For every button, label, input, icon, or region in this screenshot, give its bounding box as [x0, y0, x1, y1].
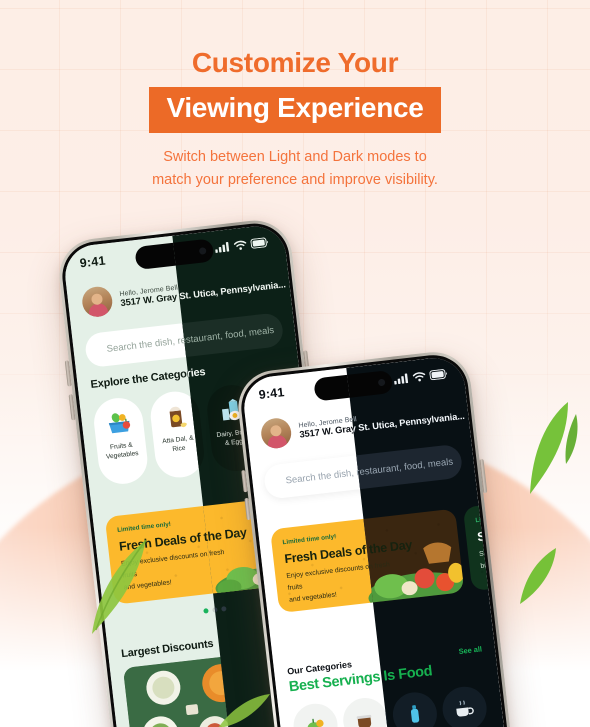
avatar[interactable]: [259, 416, 293, 450]
wifi-icon: [233, 240, 247, 250]
fruits-vegetables-icon: [108, 413, 130, 434]
page-subtitle-line2: match your preference and improve visibi…: [152, 172, 438, 189]
grains-rice-icon: [169, 406, 187, 428]
search-icon: [277, 475, 278, 487]
search-icon: [98, 344, 99, 356]
phone2-screen: 9:41 Hello, Jerome Bell 3517 W. Gray Sea…: [240, 354, 510, 727]
water-bottle-icon: [410, 705, 420, 723]
page-subtitle: Switch between Light and Dark modes to m…: [0, 146, 590, 193]
page-subtitle-line1: Switch between Light and Dark modes to: [163, 148, 427, 165]
avatar[interactable]: [80, 285, 114, 319]
coffee-cup-icon: [356, 714, 372, 727]
promo-graphic: Customize Your Viewing Experience Switch…: [0, 0, 590, 727]
category-card[interactable]: Fruits & Vegetables: [91, 395, 150, 487]
carousel-dot[interactable]: [221, 606, 227, 612]
category-label: Fruits & Vegetables: [105, 441, 139, 461]
status-time: 9:41: [79, 253, 107, 271]
signal-icon: [394, 373, 409, 385]
header: Customize Your Viewing Experience Switch…: [0, 47, 590, 193]
hot-drink-icon: [456, 700, 474, 717]
page-title-banner: Viewing Experience: [149, 86, 441, 133]
battery-icon: [250, 237, 269, 249]
status-time: 9:41: [257, 385, 286, 402]
wifi-icon: [412, 372, 426, 382]
signal-icon: [215, 241, 230, 253]
vegetable-icon: [307, 718, 324, 727]
page-title-line1: Customize Your: [191, 47, 399, 78]
carousel-dot-active[interactable]: [203, 608, 209, 614]
battery-icon: [429, 369, 447, 381]
